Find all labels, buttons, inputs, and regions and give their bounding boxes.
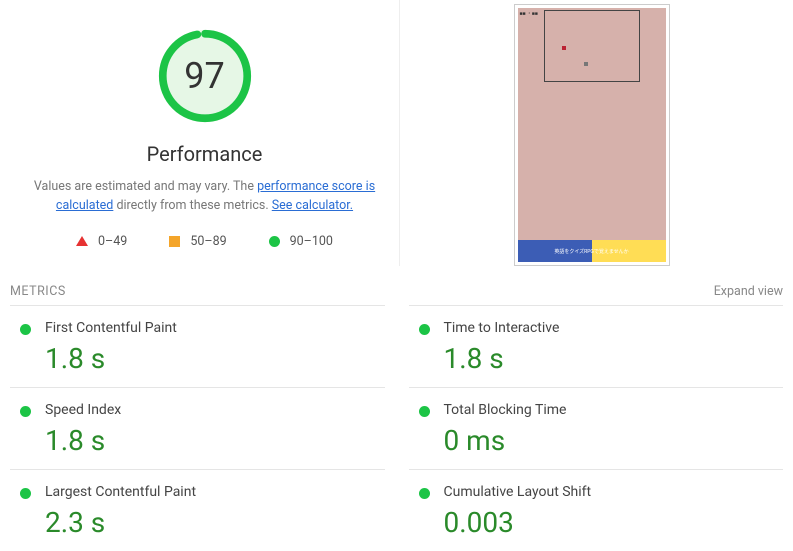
metric-value: 0 ms <box>444 424 784 457</box>
legend-average: 50–89 <box>169 234 226 249</box>
circle-icon <box>419 488 430 499</box>
thumb-ad-banner: 英語をクイズRPGで覚えませんか <box>518 240 666 262</box>
metric-value: 1.8 s <box>444 342 784 375</box>
page-screenshot-thumbnail: ■■ ・■■ 英語をクイズRPGで覚えませんか <box>514 4 670 266</box>
square-icon <box>169 236 180 247</box>
circle-icon <box>20 324 31 335</box>
performance-summary: 97 Performance Values are estimated and … <box>10 0 400 266</box>
circle-icon <box>20 406 31 417</box>
legend-range: 90–100 <box>290 234 333 249</box>
score-legend: 0–49 50–89 90–100 <box>10 234 399 249</box>
metric-value: 1.8 s <box>45 342 385 375</box>
thumb-frame <box>544 10 640 82</box>
legend-pass: 90–100 <box>269 234 333 249</box>
metric-value: 1.8 s <box>45 424 385 457</box>
circle-icon <box>419 406 430 417</box>
circle-icon <box>20 488 31 499</box>
performance-gauge: 97 <box>157 28 253 124</box>
performance-note: Values are estimated and may vary. The p… <box>10 178 399 216</box>
metric-lcp: Largest Contentful Paint 2.3 s <box>10 469 385 551</box>
performance-score: 97 <box>157 28 253 124</box>
circle-icon <box>419 324 430 335</box>
triangle-icon <box>76 236 88 246</box>
thumb-text: ■■ ・■■ <box>520 10 538 17</box>
metric-label: Time to Interactive <box>444 320 784 336</box>
metrics-grid: First Contentful Paint 1.8 s Time to Int… <box>0 305 793 551</box>
legend-fail: 0–49 <box>76 234 127 249</box>
metric-label: Cumulative Layout Shift <box>444 484 784 500</box>
thumb-mark <box>562 46 566 50</box>
metric-value: 2.3 s <box>45 506 385 539</box>
metric-tbt: Total Blocking Time 0 ms <box>409 387 784 469</box>
note-text: Values are estimated and may vary. The <box>34 179 257 194</box>
metric-value: 0.003 <box>444 506 784 539</box>
metrics-section-title: METRICS <box>10 284 66 299</box>
see-calculator-link[interactable]: See calculator. <box>272 198 353 213</box>
metric-label: Speed Index <box>45 402 385 418</box>
note-text: directly from these metrics. <box>113 198 271 213</box>
metric-fcp: First Contentful Paint 1.8 s <box>10 305 385 387</box>
thumb-mark <box>584 62 588 66</box>
legend-range: 0–49 <box>98 234 127 249</box>
legend-range: 50–89 <box>190 234 226 249</box>
banner-text: 英語をクイズRPGで覚えませんか <box>554 248 628 255</box>
circle-icon <box>269 236 280 247</box>
metric-label: First Contentful Paint <box>45 320 385 336</box>
expand-view-toggle[interactable]: Expand view <box>714 284 783 299</box>
metric-cls: Cumulative Layout Shift 0.003 <box>409 469 784 551</box>
metric-tti: Time to Interactive 1.8 s <box>409 305 784 387</box>
performance-title: Performance <box>10 142 399 166</box>
metric-label: Total Blocking Time <box>444 402 784 418</box>
metric-label: Largest Contentful Paint <box>45 484 385 500</box>
metric-si: Speed Index 1.8 s <box>10 387 385 469</box>
